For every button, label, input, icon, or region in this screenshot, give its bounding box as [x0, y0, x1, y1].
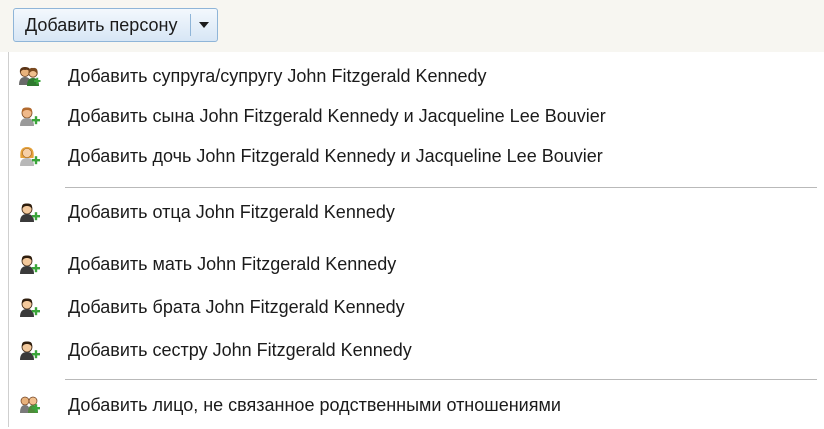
menu-item-add-daughter[interactable]: Добавить дочь John Fitzgerald Kennedy и … — [9, 137, 817, 175]
menu-item-label: Добавить лицо, не связанное родственными… — [68, 395, 561, 415]
menu-item-add-sister[interactable]: Добавить сестру John Fitzgerald Kennedy — [9, 331, 817, 369]
menu-item-label: Добавить мать John Fitzgerald Kennedy — [68, 254, 397, 274]
add-brother-icon — [20, 298, 40, 317]
add-father-icon — [20, 203, 40, 222]
add-person-button[interactable]: Добавить персону — [14, 9, 190, 41]
menu-separator — [65, 379, 817, 380]
menu-item-label: Добавить сестру John Fitzgerald Kennedy — [68, 340, 412, 360]
add-person-dropdown-menu: Добавить супруга/супругу John Fitzgerald… — [8, 52, 824, 427]
menu-item-label: Добавить дочь John Fitzgerald Kennedy и … — [68, 146, 603, 166]
add-person-button-label: Добавить персону — [25, 14, 178, 35]
add-unrelated-person-icon — [20, 396, 40, 413]
page: Добавить персону Добавить супруга/супруг… — [0, 0, 824, 429]
menu-item-label: Добавить сына John Fitzgerald Kennedy и … — [68, 106, 606, 126]
menu-item-add-brother[interactable]: Добавить брата John Fitzgerald Kennedy — [9, 288, 817, 326]
menu-item-add-son[interactable]: Добавить сына John Fitzgerald Kennedy и … — [9, 97, 817, 135]
menu-item-add-unrelated-person[interactable]: Добавить лицо, не связанное родственными… — [9, 386, 817, 424]
menu-item-add-father[interactable]: Добавить отца John Fitzgerald Kennedy — [9, 193, 817, 231]
add-daughter-icon — [20, 147, 40, 166]
menu-separator — [65, 187, 817, 188]
menu-item-label: Добавить брата John Fitzgerald Kennedy — [68, 297, 405, 317]
dropdown-arrow-button[interactable] — [191, 9, 217, 41]
caret-down-icon — [199, 22, 210, 28]
add-sister-icon — [20, 341, 40, 360]
add-son-icon — [20, 107, 40, 126]
add-person-split-button[interactable]: Добавить персону — [13, 8, 219, 42]
add-mother-icon — [20, 255, 40, 274]
menu-item-add-mother[interactable]: Добавить мать John Fitzgerald Kennedy — [9, 245, 817, 283]
spouse-icon — [19, 67, 41, 86]
menu-item-add-spouse[interactable]: Добавить супруга/супругу John Fitzgerald… — [9, 57, 817, 95]
menu-item-label: Добавить отца John Fitzgerald Kennedy — [68, 202, 395, 222]
menu-item-label: Добавить супруга/супругу John Fitzgerald… — [68, 66, 487, 86]
